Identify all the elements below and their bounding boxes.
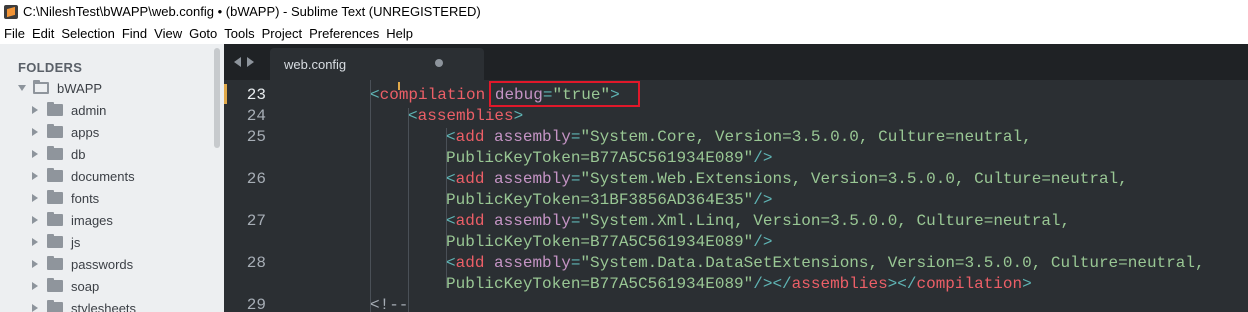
folder-icon <box>47 256 63 270</box>
menu-file[interactable]: File <box>4 26 25 41</box>
code-line: <!-- <box>370 296 409 312</box>
folders-header: FOLDERS <box>18 60 83 75</box>
code-editor[interactable]: 23 24 25 26 27 28 29 <compilation debug=… <box>224 80 1248 312</box>
folder-label: soap <box>71 278 100 294</box>
code-line: PublicKeyToken=B77A5C561934E089"/></asse… <box>446 275 1032 293</box>
sidebar: FOLDERS bWAPP admin apps db documents fo… <box>0 44 224 312</box>
expand-right-icon[interactable] <box>32 128 38 136</box>
menu-preferences[interactable]: Preferences <box>309 26 379 41</box>
expand-right-icon[interactable] <box>32 150 38 158</box>
tab-nav-arrows <box>234 57 254 67</box>
folder-item[interactable]: js <box>32 232 80 252</box>
line-number: 25 <box>246 128 266 146</box>
tab-web-config[interactable]: web.config <box>270 48 484 80</box>
folder-item[interactable]: documents <box>32 166 135 186</box>
title-bar: C:\NileshTest\bWAPP\web.config • (bWAPP)… <box>0 0 1248 23</box>
code-line: <add assembly="System.Xml.Linq, Version=… <box>446 212 1071 230</box>
expand-right-icon[interactable] <box>32 238 38 246</box>
menu-help[interactable]: Help <box>386 26 413 41</box>
folder-icon <box>47 190 63 204</box>
code-line: PublicKeyToken=B77A5C561934E089"/> <box>446 149 773 167</box>
folder-item[interactable]: images <box>32 210 113 230</box>
folder-item[interactable]: admin <box>32 100 106 120</box>
line-number: 24 <box>246 107 266 125</box>
folder-item[interactable]: passwords <box>32 254 133 274</box>
expand-right-icon[interactable] <box>32 216 38 224</box>
menu-project[interactable]: Project <box>262 26 302 41</box>
window-title: C:\NileshTest\bWAPP\web.config • (bWAPP)… <box>23 4 481 19</box>
folder-label: stylesheets <box>71 300 137 312</box>
highlight-annotation-box <box>489 81 640 107</box>
indent-guide <box>370 80 371 312</box>
indent-guide <box>408 108 409 312</box>
folder-item[interactable]: stylesheets <box>32 298 136 312</box>
folder-icon <box>47 278 63 292</box>
folder-item[interactable]: apps <box>32 122 99 142</box>
folder-item[interactable]: soap <box>32 276 99 296</box>
tab-label: web.config <box>284 57 347 72</box>
current-line-marker <box>224 84 227 104</box>
arrow-left-icon[interactable] <box>234 57 241 67</box>
menu-goto[interactable]: Goto <box>189 26 217 41</box>
code-line: <assemblies> <box>408 107 524 125</box>
menu-edit[interactable]: Edit <box>32 26 54 41</box>
folder-label: js <box>71 234 81 250</box>
expand-right-icon[interactable] <box>32 304 38 312</box>
code-line: <add assembly="System.Web.Extensions, Ve… <box>446 170 1128 188</box>
menu-find[interactable]: Find <box>122 26 147 41</box>
folder-label: admin <box>71 102 107 118</box>
menu-selection[interactable]: Selection <box>61 26 114 41</box>
line-number: 26 <box>246 170 266 188</box>
line-number: 23 <box>246 86 266 104</box>
sublime-app-icon <box>4 4 18 19</box>
folder-item[interactable]: db <box>32 144 85 164</box>
line-number: 28 <box>246 254 266 272</box>
folder-root-label: bWAPP <box>57 80 103 96</box>
folder-label: documents <box>71 168 135 184</box>
folder-open-icon <box>33 80 49 94</box>
code-line: <add assembly="System.Data.DataSetExtens… <box>446 254 1205 272</box>
line-number: 29 <box>246 296 266 312</box>
folder-icon <box>47 168 63 182</box>
folder-icon <box>47 102 63 116</box>
folder-icon <box>47 212 63 226</box>
expand-down-icon[interactable] <box>18 85 26 91</box>
folder-icon <box>47 146 63 160</box>
expand-right-icon[interactable] <box>32 172 38 180</box>
code-line: PublicKeyToken=31BF3856AD364E35"/> <box>446 191 773 209</box>
expand-right-icon[interactable] <box>32 106 38 114</box>
folder-label: images <box>71 212 113 228</box>
folder-icon <box>47 300 63 312</box>
folder-label: fonts <box>71 190 100 206</box>
folder-icon <box>47 234 63 248</box>
text-cursor <box>398 82 400 90</box>
menu-bar: File Edit Selection Find View Goto Tools… <box>0 23 1248 44</box>
expand-right-icon[interactable] <box>32 194 38 202</box>
arrow-right-icon[interactable] <box>247 57 254 67</box>
menu-view[interactable]: View <box>154 26 182 41</box>
folder-item[interactable]: fonts <box>32 188 99 208</box>
folder-icon <box>47 124 63 138</box>
unsaved-dot-icon[interactable] <box>435 59 443 67</box>
code-line: PublicKeyToken=B77A5C561934E089"/> <box>446 233 773 251</box>
expand-right-icon[interactable] <box>32 282 38 290</box>
folder-root[interactable]: bWAPP <box>18 78 102 98</box>
folder-label: db <box>71 146 86 162</box>
code-line: <add assembly="System.Core, Version=3.5.… <box>446 128 1032 146</box>
folder-label: passwords <box>71 256 134 272</box>
folder-label: apps <box>71 124 100 140</box>
line-number: 27 <box>246 212 266 230</box>
tab-bar: web.config <box>224 44 1248 80</box>
expand-right-icon[interactable] <box>32 260 38 268</box>
menu-tools[interactable]: Tools <box>224 26 254 41</box>
sidebar-scrollbar[interactable] <box>214 48 220 148</box>
